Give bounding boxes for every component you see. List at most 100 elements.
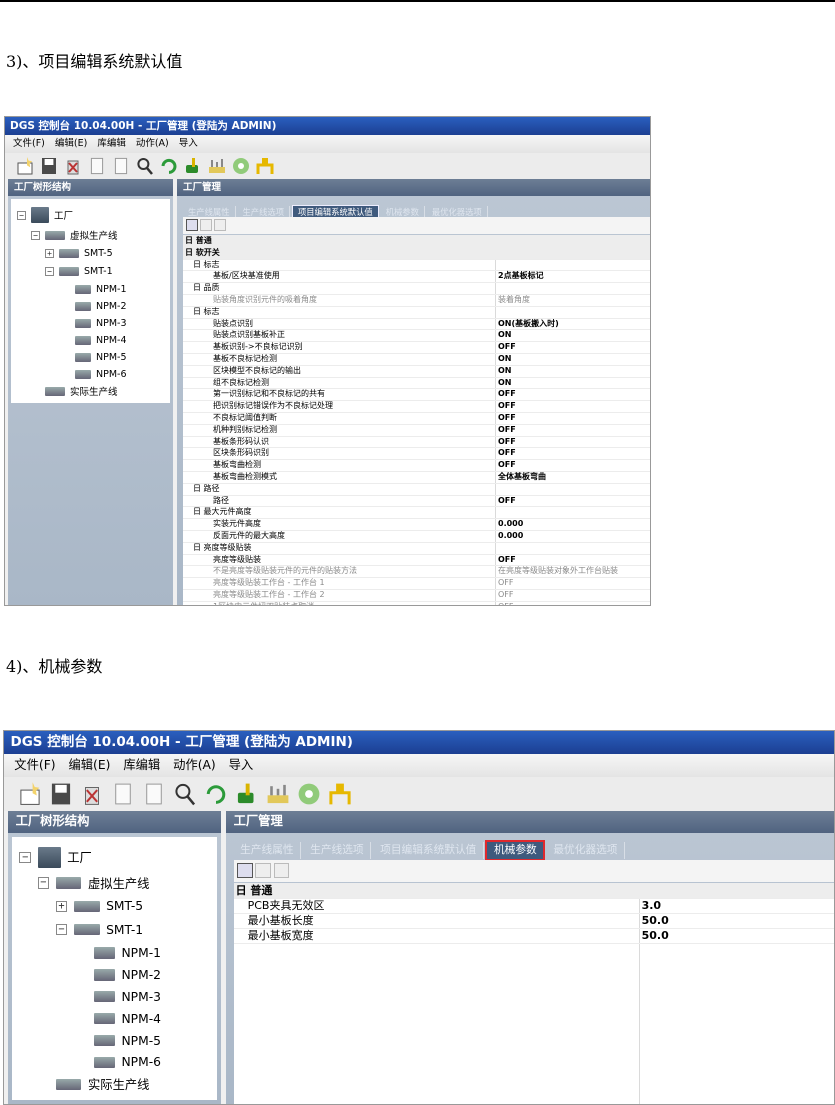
property-value[interactable]: ON <box>498 329 512 341</box>
find-icon[interactable] <box>133 156 157 180</box>
property-row[interactable]: 亮度等级贴装 OFF <box>183 554 650 566</box>
property-row[interactable]: 第一识别标记和不良标记的共有 OFF <box>183 388 650 400</box>
expand-toggle-icon[interactable]: − <box>17 210 26 220</box>
property-row[interactable]: 区块模型不良标记的输出 ON <box>183 365 650 377</box>
property-value[interactable]: 全体基板弯曲 <box>498 471 546 483</box>
property-row[interactable]: 把识别标记错误作为不良标记处理 OFF <box>183 400 650 412</box>
parts-icon[interactable] <box>293 781 324 811</box>
property-row[interactable]: 日 路径 <box>183 483 650 495</box>
save-icon[interactable] <box>37 156 61 180</box>
property-value[interactable]: OFF <box>498 495 516 507</box>
property-row[interactable]: 区块条形码识别 OFF <box>183 447 650 459</box>
property-value[interactable]: ON <box>498 353 512 365</box>
tree-node-npm-4[interactable]: NPM-4 <box>94 1008 161 1029</box>
property-value[interactable]: 50.0 <box>642 913 669 928</box>
property-value[interactable]: OFF <box>498 554 516 566</box>
menu-item-2[interactable]: 库编辑 <box>97 135 126 153</box>
menu-item-2[interactable]: 库编辑 <box>123 754 160 777</box>
parts-icon[interactable] <box>229 156 253 180</box>
property-row[interactable]: 亮度等级贴装工作台 - 工作台 1 OFF <box>183 577 650 589</box>
property-value[interactable]: ON <box>498 365 512 377</box>
property-row[interactable]: 基板/区块基准使用 2点基板标记 <box>183 270 650 282</box>
delete-icon[interactable] <box>76 781 107 811</box>
copy-icon[interactable] <box>85 156 109 180</box>
tree-node-factory[interactable]: − 工厂 <box>19 847 92 868</box>
menu-item-3[interactable]: 动作(A) <box>173 754 216 777</box>
expand-toggle-icon[interactable]: + <box>55 900 68 913</box>
property-row[interactable]: 日 普通 <box>233 883 834 899</box>
menu-item-3[interactable]: 动作(A) <box>136 135 169 153</box>
tree-node-virtual-line[interactable]: − 虚拟生产线 <box>31 227 118 243</box>
gripper-icon[interactable] <box>253 156 277 180</box>
property-value[interactable]: OFF <box>498 400 516 412</box>
delete-icon[interactable] <box>61 156 85 180</box>
gripper-icon[interactable] <box>324 781 355 811</box>
property-row[interactable]: 基板弯曲检测模式 全体基板弯曲 <box>183 471 650 483</box>
property-row[interactable]: 基板不良标记检测 ON <box>183 353 650 365</box>
property-row[interactable]: 日 软开关 <box>183 246 650 259</box>
property-row[interactable]: 组不良标记检测 ON <box>183 377 650 389</box>
property-row[interactable]: PCB夹具无效区 3.0 <box>234 898 834 913</box>
property-row[interactable]: 日 品质 <box>183 282 650 294</box>
expand-toggle-icon[interactable]: − <box>55 923 68 936</box>
property-value[interactable]: OFF <box>498 341 516 353</box>
expand-toggle-icon[interactable]: − <box>19 851 32 864</box>
tree-node-real-line[interactable]: 实际生产线 <box>55 1074 149 1095</box>
property-row[interactable]: 不良标记阈值判断 OFF <box>183 412 650 424</box>
property-row[interactable]: 最小基板宽度 50.0 <box>234 928 834 943</box>
tree-node-npm-5[interactable]: NPM-5 <box>94 1030 161 1051</box>
property-value[interactable]: OFF <box>498 388 516 400</box>
property-row[interactable]: 基板弯曲检测 OFF <box>183 459 650 471</box>
tree-node-factory[interactable]: − 工厂 <box>17 207 73 223</box>
save-icon[interactable] <box>45 781 76 811</box>
property-row[interactable]: 贴装点识别基板补正 ON <box>183 329 650 341</box>
property-pages-icon[interactable] <box>214 219 226 231</box>
property-row[interactable]: 日 普通 <box>183 235 650 247</box>
tree-node-npm-1[interactable]: NPM-1 <box>75 281 127 297</box>
menu-item-0[interactable]: 文件(F) <box>13 135 45 153</box>
menu-item-1[interactable]: 编辑(E) <box>55 135 87 153</box>
property-row[interactable]: 日 标志 <box>183 306 650 318</box>
tree-node-npm-6[interactable]: NPM-6 <box>75 366 127 382</box>
tree-node-npm-2[interactable]: NPM-2 <box>94 964 161 985</box>
refresh-icon[interactable] <box>157 156 181 180</box>
property-row[interactable]: 不是亮度等级贴装元件的元件的贴装方法 在亮度等级贴装对象外工作台贴装 <box>183 565 650 577</box>
property-value[interactable]: OFF <box>498 459 516 471</box>
tree-node-npm-1[interactable]: NPM-1 <box>94 943 161 964</box>
property-value[interactable]: OFF <box>498 436 516 448</box>
property-row[interactable]: 日 最大元件高度 <box>183 506 650 518</box>
tree-node-npm-3[interactable]: NPM-3 <box>94 986 161 1007</box>
property-value[interactable]: 在亮度等级贴装对象外工作台贴装 <box>498 565 618 577</box>
property-value[interactable]: 0.000 <box>498 518 523 530</box>
tree-node-npm-3[interactable]: NPM-3 <box>75 315 127 331</box>
sort-alpha-icon[interactable] <box>200 219 212 231</box>
property-value[interactable]: OFF <box>498 447 516 459</box>
property-row[interactable]: 实装元件高度 0.000 <box>183 518 650 530</box>
expand-toggle-icon[interactable]: − <box>37 877 50 889</box>
property-row[interactable]: 贴装角度识别元件的吸着角度 装着角度 <box>183 294 650 306</box>
property-row[interactable]: 反面元件的最大高度 0.000 <box>183 530 650 542</box>
menu-item-0[interactable]: 文件(F) <box>14 754 55 777</box>
property-value[interactable]: 50.0 <box>642 928 669 943</box>
tree-node-npm-4[interactable]: NPM-4 <box>75 332 127 348</box>
property-value[interactable]: OFF <box>498 601 514 605</box>
menu-item-1[interactable]: 编辑(E) <box>68 754 110 777</box>
new-icon[interactable] <box>13 156 37 180</box>
tree-node-smt5[interactable]: + SMT-5 <box>55 896 143 917</box>
property-value[interactable]: OFF <box>498 412 516 424</box>
property-value[interactable]: 装着角度 <box>498 294 530 306</box>
chart-icon[interactable] <box>262 781 293 811</box>
property-value[interactable]: 0.000 <box>498 530 523 542</box>
tree-node-smt1[interactable]: − SMT-1 <box>45 263 113 279</box>
property-value[interactable]: 3.0 <box>642 898 662 913</box>
property-row[interactable]: 机种判别标记检测 OFF <box>183 424 650 436</box>
menu-item-4[interactable]: 导入 <box>229 754 254 777</box>
property-row[interactable]: 1区块中元件扭双贴装点取消 OFF <box>183 601 650 605</box>
refresh-icon[interactable] <box>200 781 231 811</box>
expand-toggle-icon[interactable]: + <box>45 248 54 258</box>
property-row[interactable]: 基板条形码认识 OFF <box>183 436 650 448</box>
tools-icon[interactable] <box>231 781 262 811</box>
tab-4[interactable]: 最优化器选项 <box>547 842 625 859</box>
sort-category-icon[interactable] <box>186 219 198 231</box>
tab-0[interactable]: 生产线属性 <box>234 842 302 859</box>
